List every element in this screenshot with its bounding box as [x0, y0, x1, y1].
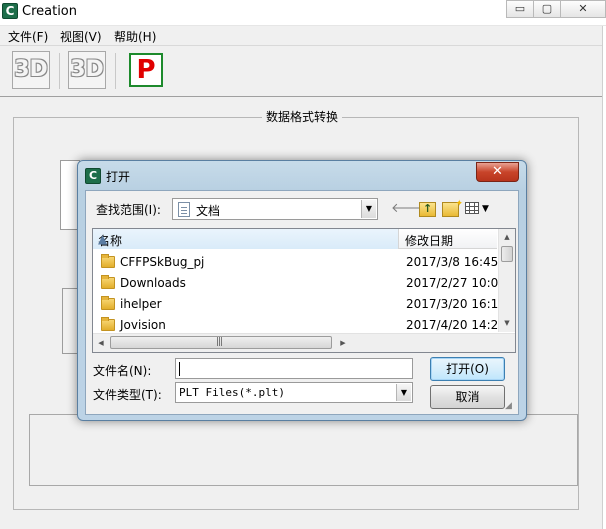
file-name: Downloads [120, 276, 186, 290]
filename-input[interactable] [175, 358, 413, 379]
vertical-scroll-thumb[interactable] [501, 246, 513, 262]
file-date: 2017/2/27 10:03 [406, 276, 506, 290]
app-title: Creation [22, 4, 78, 19]
scroll-left-icon[interactable]: ◀ [93, 334, 109, 352]
back-arrow-icon[interactable]: 🡐 [391, 200, 426, 218]
file-name: Jovision [120, 318, 166, 332]
dialog-client: 查找范围(I): 文档 ▼ 🡐 ▼ 名称 ▲ 修改日期 [85, 190, 519, 415]
output-panel [29, 414, 578, 486]
view-grid-icon [465, 202, 479, 214]
file-name: ihelper [120, 297, 162, 311]
filename-label: 文件名(N): [93, 364, 152, 378]
toolbar-p-button[interactable]: P [129, 53, 163, 87]
open-button[interactable]: 打开(O) [430, 357, 505, 381]
lookin-value: 文档 [196, 204, 221, 218]
dialog-close-button[interactable]: ✕ [476, 162, 519, 182]
chevron-down-icon: ▼ [482, 204, 489, 214]
toolbar: 3D 3D P [0, 47, 606, 97]
scroll-up-icon[interactable]: ▲ [499, 229, 515, 246]
lookin-combo[interactable]: 文档 ▼ [172, 198, 378, 220]
filetype-label: 文件类型(T): [93, 388, 162, 402]
file-date: 2017/4/20 14:22 [406, 318, 506, 332]
window-controls: ▭ ▢ ✕ [506, 0, 606, 18]
toolbar-separator [115, 53, 116, 89]
column-header-name[interactable]: 名称 ▲ [93, 229, 399, 249]
dialog-title: 打开 [106, 170, 131, 184]
minimize-button[interactable]: ▭ [506, 0, 534, 18]
file-date: 2017/3/8 16:45 [406, 255, 499, 269]
close-button[interactable]: ✕ [560, 0, 606, 18]
app-icon: C [2, 3, 18, 19]
list-item[interactable]: CFFPSkBug_pj 2017/3/8 16:45 [93, 252, 499, 273]
toolbar-separator [59, 53, 60, 89]
menu-help[interactable]: 帮助(H) [114, 28, 156, 45]
list-item[interactable]: Downloads 2017/2/27 10:03 [93, 273, 506, 294]
column-header-date[interactable]: 修改日期 [400, 229, 497, 249]
scroll-down-icon[interactable]: ▼ [499, 315, 515, 332]
folder-icon [101, 275, 115, 289]
list-item[interactable]: ihelper 2017/3/20 16:14 [93, 294, 506, 315]
up-folder-icon[interactable] [419, 200, 436, 218]
documents-icon [178, 202, 190, 217]
chevron-down-icon[interactable]: ▼ [361, 200, 376, 218]
open-file-dialog: C 打开 ✕ 查找范围(I): 文档 ▼ 🡐 ▼ 名称 ▲ 修改日期 [77, 160, 527, 421]
title-bar: C Creation ▭ ▢ ✕ [0, 0, 606, 26]
horizontal-scroll-thumb[interactable]: ||| [110, 336, 332, 349]
filetype-value: PLT Files(*.plt) [179, 386, 285, 399]
folder-icon [101, 317, 115, 331]
file-list[interactable]: 名称 ▲ 修改日期 CFFPSkBug_pj 2017/3/8 16:45 Do… [92, 228, 516, 353]
folder-icon [101, 254, 115, 268]
dialog-app-icon: C [85, 168, 101, 184]
file-list-header: 名称 ▲ 修改日期 [93, 229, 497, 249]
toolbar-3d-button[interactable]: 3D [12, 51, 50, 89]
cancel-button[interactable]: 取消 [430, 385, 505, 409]
toolbar-3d-disabled-button[interactable]: 3D [68, 51, 106, 89]
window-right-edge [602, 26, 606, 529]
resize-grip-icon[interactable]: ◢ [505, 401, 516, 412]
chevron-down-icon[interactable]: ▼ [396, 384, 411, 401]
sort-ascending-icon: ▲ [98, 232, 108, 246]
view-menu-icon[interactable]: ▼ [465, 200, 493, 218]
maximize-button[interactable]: ▢ [533, 0, 561, 18]
text-caret [179, 362, 180, 376]
new-folder-icon[interactable] [442, 195, 463, 217]
menu-view[interactable]: 视图(V) [60, 28, 102, 45]
column-date-label: 修改日期 [405, 234, 454, 248]
file-name: CFFPSkBug_pj [120, 255, 205, 269]
menu-file[interactable]: 文件(F) [8, 28, 48, 45]
file-date: 2017/3/20 16:14 [406, 297, 506, 311]
vertical-scrollbar[interactable]: ▲ ▼ [498, 229, 515, 332]
group-title: 数据格式转换 [262, 108, 343, 125]
menu-bar: 文件(F) 视图(V) 帮助(H) [0, 26, 606, 46]
lookin-label: 查找范围(I): [96, 203, 161, 217]
filetype-combo[interactable]: PLT Files(*.plt) ▼ [175, 382, 413, 403]
scroll-right-icon[interactable]: ▶ [335, 334, 351, 352]
grip-icon: ||| [216, 337, 223, 347]
folder-icon [101, 296, 115, 310]
horizontal-scrollbar[interactable]: ◀ ||| ▶ [93, 333, 515, 352]
